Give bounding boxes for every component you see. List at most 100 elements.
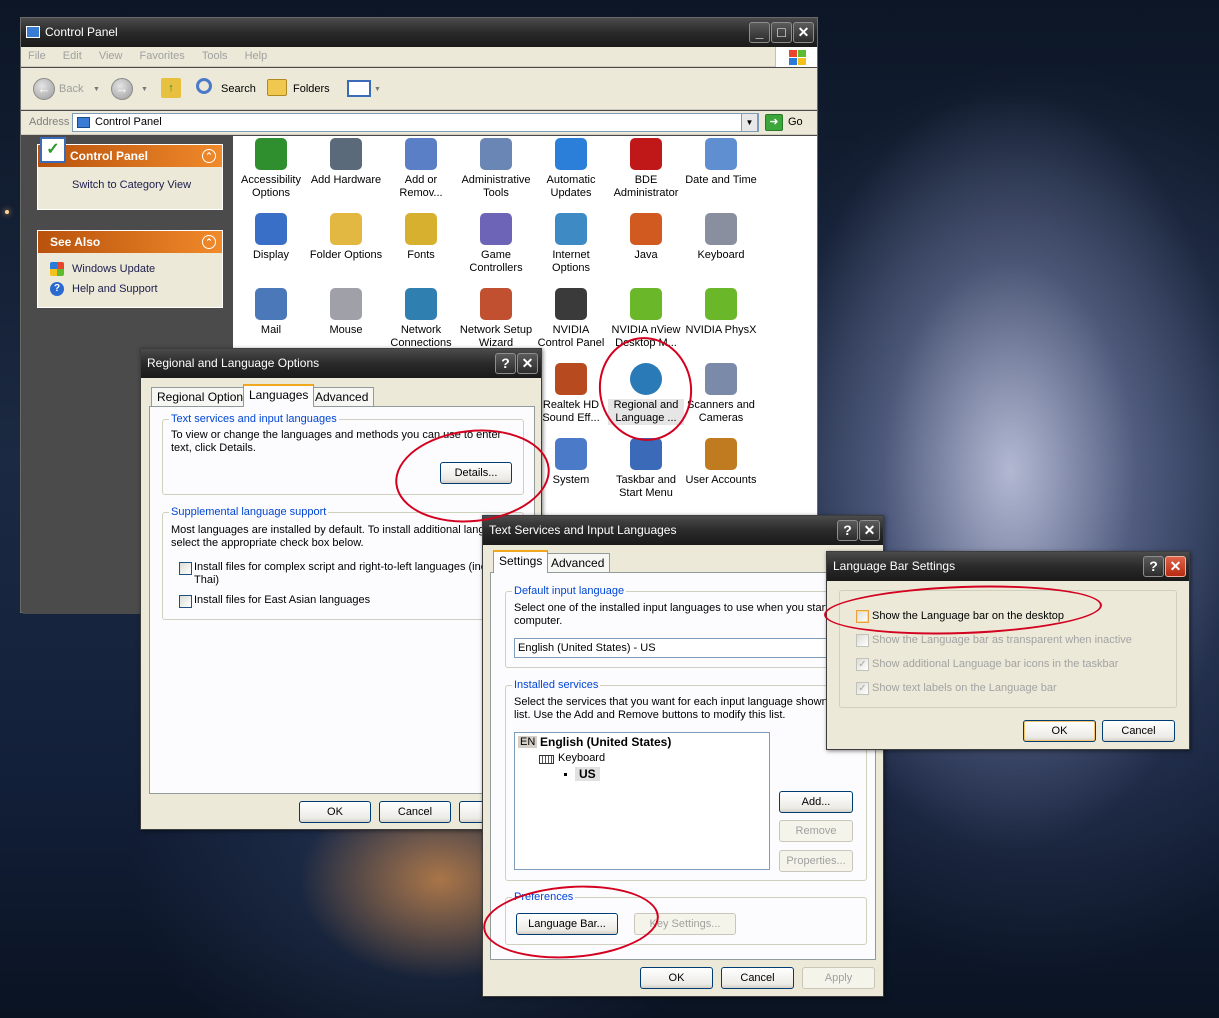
control-panel-task-header[interactable]: ✓ Control Panel ⌃ [38, 137, 222, 167]
show-language-bar-label[interactable]: Show the Language bar on the desktop [872, 610, 1064, 623]
address-dropdown-icon[interactable]: ▼ [741, 113, 758, 132]
default-input-select[interactable]: English (United States) - US [514, 638, 860, 658]
cp-item[interactable]: Administrative Tools [458, 138, 534, 200]
menu-view[interactable]: View [92, 47, 130, 62]
go-button-label[interactable]: Go [788, 116, 803, 128]
text-services-cancel-button[interactable]: Cancel [721, 967, 794, 989]
cp-item[interactable]: Add Hardware [308, 138, 384, 187]
menu-edit[interactable]: Edit [56, 47, 89, 62]
cp-item[interactable]: Mail [233, 288, 309, 337]
complex-script-checkbox[interactable] [179, 562, 192, 575]
tab-languages[interactable]: Languages [243, 384, 315, 407]
help-and-support-link[interactable]: ? Help and Support [38, 279, 222, 299]
switch-category-view-link[interactable]: Switch to Category View [38, 175, 222, 195]
go-arrow-icon[interactable]: ➜ [765, 114, 783, 131]
language-bar-cancel-button[interactable]: Cancel [1102, 720, 1175, 742]
additional-icons-checkbox[interactable]: ✓ [856, 658, 869, 671]
cp-item[interactable]: System [533, 438, 609, 487]
cp-item[interactable]: Add or Remov... [383, 138, 459, 200]
search-button-label[interactable]: Search [221, 83, 256, 95]
cp-item[interactable]: Display [233, 213, 309, 262]
keyboard-tree-item[interactable]: Keyboard [558, 752, 605, 764]
installed-services-list[interactable]: EN English (United States) Keyboard US [514, 732, 770, 870]
menu-tools[interactable]: Tools [195, 47, 235, 62]
views-icon[interactable] [347, 80, 371, 97]
language-bar-button[interactable]: Language Bar... [516, 913, 618, 935]
forward-dropdown-icon[interactable]: ▼ [141, 86, 148, 93]
close-button[interactable]: ✕ [517, 353, 538, 374]
help-button[interactable]: ? [837, 520, 858, 541]
cp-item[interactable]: Accessibility Options [233, 138, 309, 200]
add-button[interactable]: Add... [779, 791, 853, 813]
tab-regional-options[interactable]: Regional Options [151, 387, 256, 407]
tab-advanced[interactable]: Advanced [545, 553, 611, 573]
tab-advanced[interactable]: Advanced [309, 387, 375, 407]
remove-button[interactable]: Remove [779, 820, 853, 842]
tab-settings[interactable]: Settings [493, 550, 549, 573]
language-bar-titlebar[interactable]: Language Bar Settings ? ✕ [827, 552, 1189, 581]
close-button[interactable]: ✕ [1165, 556, 1186, 577]
forward-arrow-icon[interactable]: → [111, 78, 133, 100]
collapse-icon[interactable]: ⌃ [202, 235, 216, 249]
east-asian-checkbox[interactable] [179, 595, 192, 608]
cp-item[interactable]: Mouse [308, 288, 384, 337]
cp-item[interactable]: Internet Options [533, 213, 609, 275]
text-services-ok-button[interactable]: OK [640, 967, 713, 989]
help-button[interactable]: ? [495, 353, 516, 374]
regional-ok-button[interactable]: OK [299, 801, 371, 823]
cp-item[interactable]: Date and Time [683, 138, 759, 187]
cp-item[interactable]: Folder Options [308, 213, 384, 262]
text-services-apply-button[interactable]: Apply [802, 967, 875, 989]
details-button[interactable]: Details... [440, 462, 512, 484]
see-also-header[interactable]: See Also ⌃ [38, 231, 222, 253]
menu-file[interactable]: File [21, 47, 53, 62]
folders-icon[interactable] [267, 79, 287, 96]
show-language-bar-checkbox[interactable] [856, 610, 869, 623]
cp-item[interactable]: NVIDIA nView Desktop M... [608, 288, 684, 350]
language-bar-ok-button[interactable]: OK [1023, 720, 1096, 742]
help-button[interactable]: ? [1143, 556, 1164, 577]
close-button[interactable]: ✕ [859, 520, 880, 541]
cp-item[interactable]: Network Setup Wizard [458, 288, 534, 350]
collapse-icon[interactable]: ⌃ [202, 149, 216, 163]
maximize-button[interactable]: □ [771, 22, 792, 43]
properties-button[interactable]: Properties... [779, 850, 853, 872]
east-asian-label[interactable]: Install files for East Asian languages [194, 594, 370, 607]
search-icon[interactable] [196, 78, 212, 94]
transparent-label[interactable]: Show the Language bar as transparent whe… [872, 634, 1132, 647]
us-layout-item[interactable]: US [575, 767, 600, 781]
control-panel-titlebar[interactable]: Control Panel _ □ ✕ [21, 18, 817, 47]
additional-icons-label[interactable]: Show additional Language bar icons in th… [872, 658, 1118, 671]
cp-item[interactable]: Keyboard [683, 213, 759, 262]
complex-script-label[interactable]: Install files for complex script and rig… [194, 561, 500, 574]
transparent-checkbox[interactable] [856, 634, 869, 647]
up-folder-icon[interactable]: ↑ [161, 78, 181, 98]
regional-dialog-titlebar[interactable]: Regional and Language Options ? ✕ [141, 349, 541, 378]
text-services-titlebar[interactable]: Text Services and Input Languages ? ✕ [483, 516, 883, 545]
menu-help[interactable]: Help [238, 47, 275, 62]
windows-update-link[interactable]: Windows Update [38, 259, 222, 279]
cp-item[interactable]: Realtek HD Sound Eff... [533, 363, 609, 425]
folders-button-label[interactable]: Folders [293, 83, 330, 95]
address-input[interactable]: Control Panel [72, 113, 759, 132]
back-dropdown-icon[interactable]: ▼ [93, 86, 100, 93]
back-button-label[interactable]: Back [59, 83, 83, 95]
cp-item[interactable]: Fonts [383, 213, 459, 262]
cp-item[interactable]: Regional and Language ... [608, 363, 684, 425]
cp-item[interactable]: User Accounts [683, 438, 759, 487]
cp-item[interactable]: Java [608, 213, 684, 262]
cp-item[interactable]: BDE Administrator [608, 138, 684, 200]
cp-item[interactable]: Game Controllers [458, 213, 534, 275]
minimize-button[interactable]: _ [749, 22, 770, 43]
menu-favorites[interactable]: Favorites [133, 47, 192, 62]
text-labels-label[interactable]: Show text labels on the Language bar [872, 682, 1057, 695]
text-labels-checkbox[interactable]: ✓ [856, 682, 869, 695]
complex-script-label-2[interactable]: Thai) [194, 574, 219, 587]
cp-item[interactable]: NVIDIA Control Panel [533, 288, 609, 350]
cp-item[interactable]: Scanners and Cameras [683, 363, 759, 425]
cp-item[interactable]: Automatic Updates [533, 138, 609, 200]
language-tree-item[interactable]: English (United States) [540, 735, 671, 749]
regional-cancel-button[interactable]: Cancel [379, 801, 451, 823]
views-dropdown-icon[interactable]: ▼ [374, 86, 381, 93]
cp-item[interactable]: Network Connections [383, 288, 459, 350]
